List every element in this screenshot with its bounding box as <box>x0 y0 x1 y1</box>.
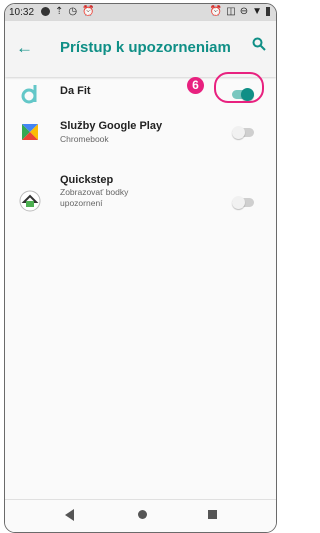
battery-icon <box>266 7 270 16</box>
quickstep-home-icon <box>19 190 41 212</box>
item-title: Da Fit <box>60 85 91 97</box>
item-subtitle: Zobrazovať bodky upozornení <box>60 187 129 208</box>
navigation-bar <box>5 499 276 532</box>
nav-back-icon[interactable] <box>65 509 74 521</box>
item-title: Služby Google Play <box>60 120 163 132</box>
list-item-google-play-services[interactable]: Služby Google Play Chromebook <box>5 114 276 159</box>
status-left-icons: ⇡ ◷ ⏰ <box>41 6 95 17</box>
vibrate-icon: ◫ <box>226 6 236 17</box>
list-item-quickstep[interactable]: Quickstep Zobrazovať bodky upozornení <box>5 170 276 230</box>
clock-icon: ◷ <box>68 6 78 17</box>
search-icon[interactable] <box>252 37 266 56</box>
back-arrow-icon[interactable]: ← <box>16 38 33 58</box>
upload-icon: ⇡ <box>55 6 64 17</box>
google-play-services-icon <box>19 121 41 143</box>
nav-recents-icon[interactable] <box>208 510 217 519</box>
page-title: Prístup k upozorneniam <box>60 39 231 56</box>
annotation-number-badge: 6 <box>187 77 204 94</box>
app-bar: ← Prístup k upozorneniam <box>5 21 276 77</box>
alarm-status-icon: ⏰ <box>209 6 223 17</box>
dnd-icon: ⊖ <box>239 6 249 17</box>
record-dot-icon <box>41 7 50 16</box>
status-bar: 10:32 ⇡ ◷ ⏰ ⏰ ◫ ⊖ ▼ <box>5 4 276 21</box>
wifi-icon: ▼ <box>252 6 262 17</box>
item-subtitle: Chromebook <box>60 134 109 144</box>
annotation-highlight-ring <box>214 72 264 103</box>
status-right-icons: ⏰ ◫ ⊖ ▼ <box>210 6 270 17</box>
da-fit-app-icon <box>19 83 41 105</box>
nav-home-icon[interactable] <box>138 510 147 519</box>
item-title: Quickstep <box>60 174 114 186</box>
alarm-icon: ⏰ <box>82 6 95 17</box>
status-time: 10:32 <box>9 7 35 18</box>
